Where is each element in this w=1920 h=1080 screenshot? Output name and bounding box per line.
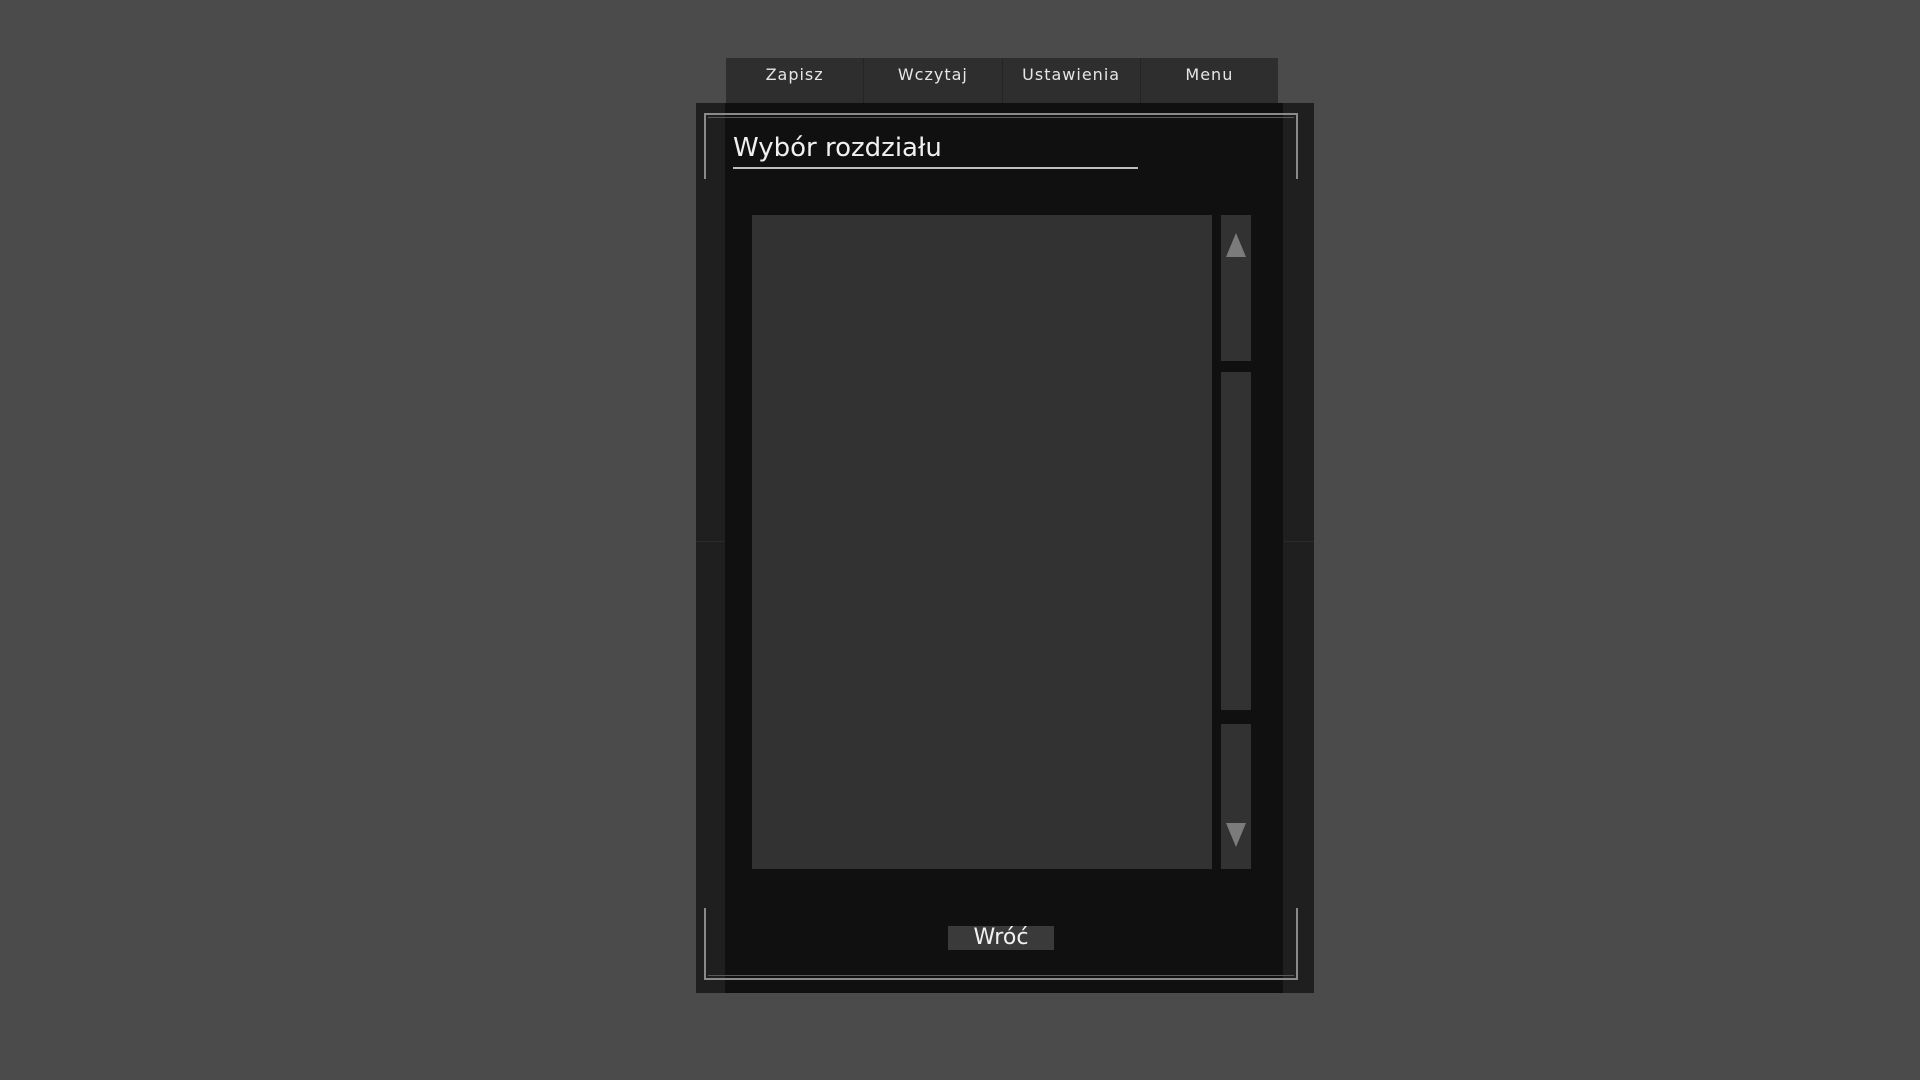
triangle-down-icon bbox=[1226, 823, 1246, 847]
scrollbar-track[interactable] bbox=[1221, 372, 1251, 710]
game-screen: Zapisz Wczytaj Ustawienia Menu Wybór roz… bbox=[0, 0, 1920, 1080]
save-menu-button[interactable]: Zapisz bbox=[726, 58, 865, 103]
settings-menu-button[interactable]: Ustawienia bbox=[1003, 58, 1141, 103]
back-button[interactable]: Wróć bbox=[948, 926, 1054, 950]
load-menu-button[interactable]: Wczytaj bbox=[864, 58, 1003, 103]
chapter-list[interactable] bbox=[752, 215, 1212, 869]
top-menu-bar: Zapisz Wczytaj Ustawienia Menu bbox=[726, 58, 1278, 103]
panel-divider-right bbox=[1284, 541, 1314, 542]
scroll-up-button[interactable] bbox=[1221, 215, 1251, 361]
scroll-down-button[interactable] bbox=[1221, 724, 1251, 869]
chapter-select-dialog: Wybór rozdziału Wróć bbox=[696, 103, 1314, 993]
dialog-title: Wybór rozdziału bbox=[733, 131, 1138, 169]
panel-divider-left bbox=[696, 541, 726, 542]
main-menu-button[interactable]: Menu bbox=[1141, 58, 1278, 103]
triangle-up-icon bbox=[1226, 233, 1246, 257]
